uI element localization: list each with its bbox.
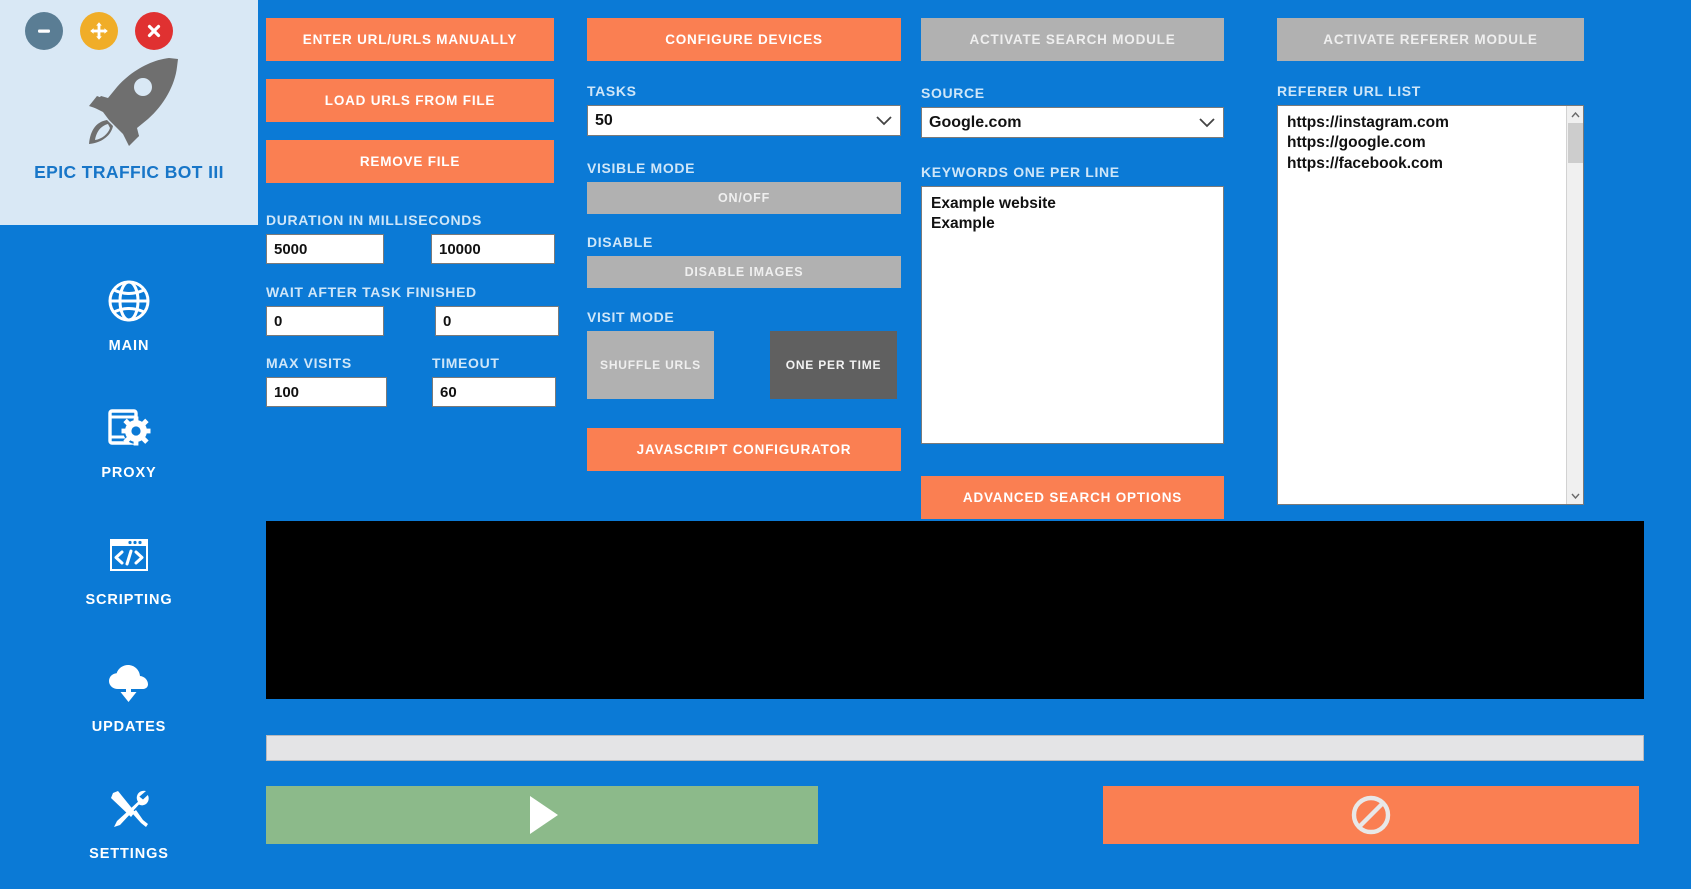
max-visits-input[interactable] bbox=[266, 377, 387, 407]
minus-icon bbox=[38, 29, 50, 33]
duration-max-input[interactable] bbox=[431, 234, 555, 264]
sidebar-item-proxy[interactable]: PROXY bbox=[0, 378, 258, 505]
sidebar-item-label: SCRIPTING bbox=[85, 592, 173, 608]
close-x-icon bbox=[147, 24, 161, 38]
activate-referer-module-button[interactable]: ACTIVATE REFERER MODULE bbox=[1277, 18, 1584, 61]
brand-panel: EPIC TRAFFIC BOT III bbox=[0, 0, 258, 225]
tasks-column: CONFIGURE DEVICES TASKS 50 VISIBLE MODE … bbox=[573, 18, 905, 519]
visible-mode-toggle[interactable]: ON/OFF bbox=[587, 182, 901, 214]
device-gear-icon bbox=[105, 402, 153, 454]
start-button[interactable] bbox=[266, 786, 818, 844]
one-per-time-button[interactable]: ONE PER TIME bbox=[770, 331, 897, 399]
javascript-configurator-button[interactable]: JAVASCRIPT CONFIGURATOR bbox=[587, 428, 901, 471]
source-label: SOURCE bbox=[921, 85, 985, 101]
list-item[interactable]: https://google.com bbox=[1287, 133, 1574, 153]
sidebar-item-label: MAIN bbox=[108, 338, 150, 354]
duration-label: DURATION IN MILLISECONDS bbox=[266, 212, 483, 228]
wait-after-task-label: WAIT AFTER TASK FINISHED bbox=[266, 284, 477, 300]
search-column: ACTIVATE SEARCH MODULE SOURCE Google.com… bbox=[905, 18, 1265, 519]
advanced-search-options-button[interactable]: ADVANCED SEARCH OPTIONS bbox=[921, 476, 1224, 519]
referer-url-listbox[interactable]: https://instagram.com https://google.com… bbox=[1277, 105, 1584, 505]
logo bbox=[77, 56, 181, 148]
sidebar-item-label: UPDATES bbox=[91, 719, 167, 735]
scroll-down-icon[interactable] bbox=[1567, 487, 1584, 504]
source-select[interactable]: Google.com bbox=[921, 107, 1224, 138]
sidebar-item-label: SETTINGS bbox=[89, 846, 169, 862]
sidebar-nav: MAIN PROXY SCRIPTING UPDATES SETTINGS bbox=[0, 225, 258, 886]
timeout-label: TIMEOUT bbox=[432, 355, 500, 371]
keywords-label: KEYWORDS ONE PER LINE bbox=[921, 164, 1120, 180]
urls-column: ENTER URL/URLS MANUALLY LOAD URLS FROM F… bbox=[258, 18, 573, 519]
activate-search-module-button[interactable]: ACTIVATE SEARCH MODULE bbox=[921, 18, 1224, 61]
sidebar-item-settings[interactable]: SETTINGS bbox=[0, 759, 258, 886]
wrench-screwdriver-icon bbox=[105, 783, 153, 835]
max-visits-label: MAX VISITS bbox=[266, 355, 352, 371]
sidebar-item-scripting[interactable]: SCRIPTING bbox=[0, 505, 258, 632]
minimize-button[interactable] bbox=[25, 12, 63, 50]
list-item[interactable]: https://instagram.com bbox=[1287, 113, 1574, 133]
referer-url-list-label: REFERER URL LIST bbox=[1277, 83, 1421, 99]
prohibition-circle-icon bbox=[1351, 795, 1391, 835]
cloud-download-icon bbox=[105, 656, 153, 708]
progress-bar bbox=[266, 735, 1644, 761]
visit-mode-label: VISIT MODE bbox=[587, 309, 675, 325]
move-button[interactable] bbox=[80, 12, 118, 50]
source-select-value: Google.com bbox=[921, 107, 1224, 138]
timeout-input[interactable] bbox=[432, 377, 556, 407]
tasks-select[interactable]: 50 bbox=[587, 105, 901, 136]
scroll-up-icon[interactable] bbox=[1567, 106, 1584, 123]
play-triangle-icon bbox=[530, 796, 558, 834]
window-controls bbox=[25, 12, 173, 50]
sidebar: EPIC TRAFFIC BOT III MAIN PROXY SCRIPTIN… bbox=[0, 0, 258, 889]
load-urls-from-file-button[interactable]: LOAD URLS FROM FILE bbox=[266, 79, 554, 122]
sidebar-item-label: PROXY bbox=[101, 465, 157, 481]
scrollbar[interactable] bbox=[1566, 106, 1583, 504]
sidebar-item-updates[interactable]: UPDATES bbox=[0, 632, 258, 759]
keywords-textarea[interactable] bbox=[921, 186, 1224, 444]
stop-button[interactable] bbox=[1103, 786, 1639, 844]
disable-label: DISABLE bbox=[587, 234, 653, 250]
sidebar-item-main[interactable]: MAIN bbox=[0, 251, 258, 378]
tasks-label: TASKS bbox=[587, 83, 637, 99]
referer-column: ACTIVATE REFERER MODULE REFERER URL LIST… bbox=[1265, 18, 1615, 519]
referer-url-items: https://instagram.com https://google.com… bbox=[1278, 106, 1583, 181]
page-title: EPIC TRAFFIC BOT III bbox=[34, 162, 224, 182]
visible-mode-label: VISIBLE MODE bbox=[587, 160, 696, 176]
remove-file-button[interactable]: REMOVE FILE bbox=[266, 140, 554, 183]
wait-max-input[interactable] bbox=[435, 306, 559, 336]
close-button[interactable] bbox=[135, 12, 173, 50]
console-output bbox=[266, 521, 1644, 699]
list-item[interactable]: https://facebook.com bbox=[1287, 154, 1574, 174]
application-window: EPIC TRAFFIC BOT III MAIN PROXY SCRIPTIN… bbox=[0, 0, 1691, 889]
tasks-select-value: 50 bbox=[587, 105, 901, 136]
main-panel: ENTER URL/URLS MANUALLY LOAD URLS FROM F… bbox=[258, 0, 1691, 889]
scrollbar-thumb[interactable] bbox=[1568, 123, 1583, 163]
globe-icon bbox=[105, 275, 153, 327]
move-arrows-icon bbox=[90, 22, 108, 40]
wait-min-input[interactable] bbox=[266, 306, 384, 336]
duration-min-input[interactable] bbox=[266, 234, 384, 264]
settings-columns: ENTER URL/URLS MANUALLY LOAD URLS FROM F… bbox=[258, 0, 1691, 519]
shuffle-urls-button[interactable]: SHUFFLE URLS bbox=[587, 331, 714, 399]
configure-devices-button[interactable]: CONFIGURE DEVICES bbox=[587, 18, 901, 61]
code-window-icon bbox=[105, 529, 153, 581]
rocket-icon bbox=[89, 58, 178, 146]
disable-images-toggle[interactable]: DISABLE IMAGES bbox=[587, 256, 901, 288]
enter-urls-manually-button[interactable]: ENTER URL/URLS MANUALLY bbox=[266, 18, 554, 61]
